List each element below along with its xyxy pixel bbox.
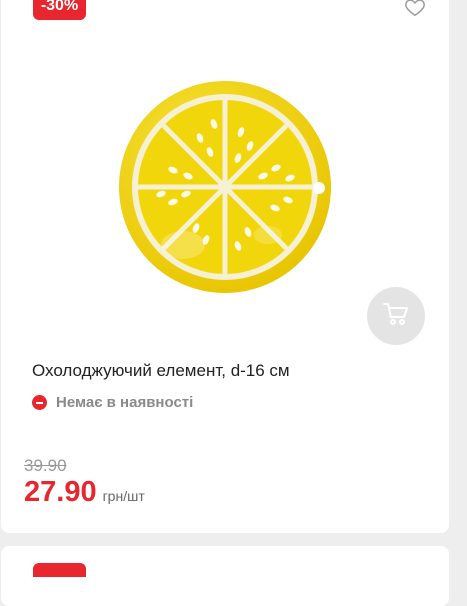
discount-badge-label: -30% xyxy=(40,0,79,14)
old-price: 39.90 xyxy=(24,456,67,475)
product-image[interactable] xyxy=(118,80,333,295)
product-title[interactable]: Охолоджуючий елемент, d-16 см xyxy=(32,361,290,381)
next-discount-badge xyxy=(33,563,86,577)
stock-status-label: Немає в наявності xyxy=(56,394,194,411)
minus-circle-icon xyxy=(32,395,47,410)
stock-status: Немає в наявності xyxy=(32,394,193,411)
price-row: 27.90 грн/шт xyxy=(24,476,145,509)
current-price: 27.90 xyxy=(24,476,97,508)
heart-icon[interactable] xyxy=(404,0,426,18)
cart-icon xyxy=(382,301,410,332)
discount-badge: -30% xyxy=(33,0,86,20)
add-to-cart-button[interactable] xyxy=(367,287,425,345)
price-unit: грн/шт xyxy=(102,488,145,504)
